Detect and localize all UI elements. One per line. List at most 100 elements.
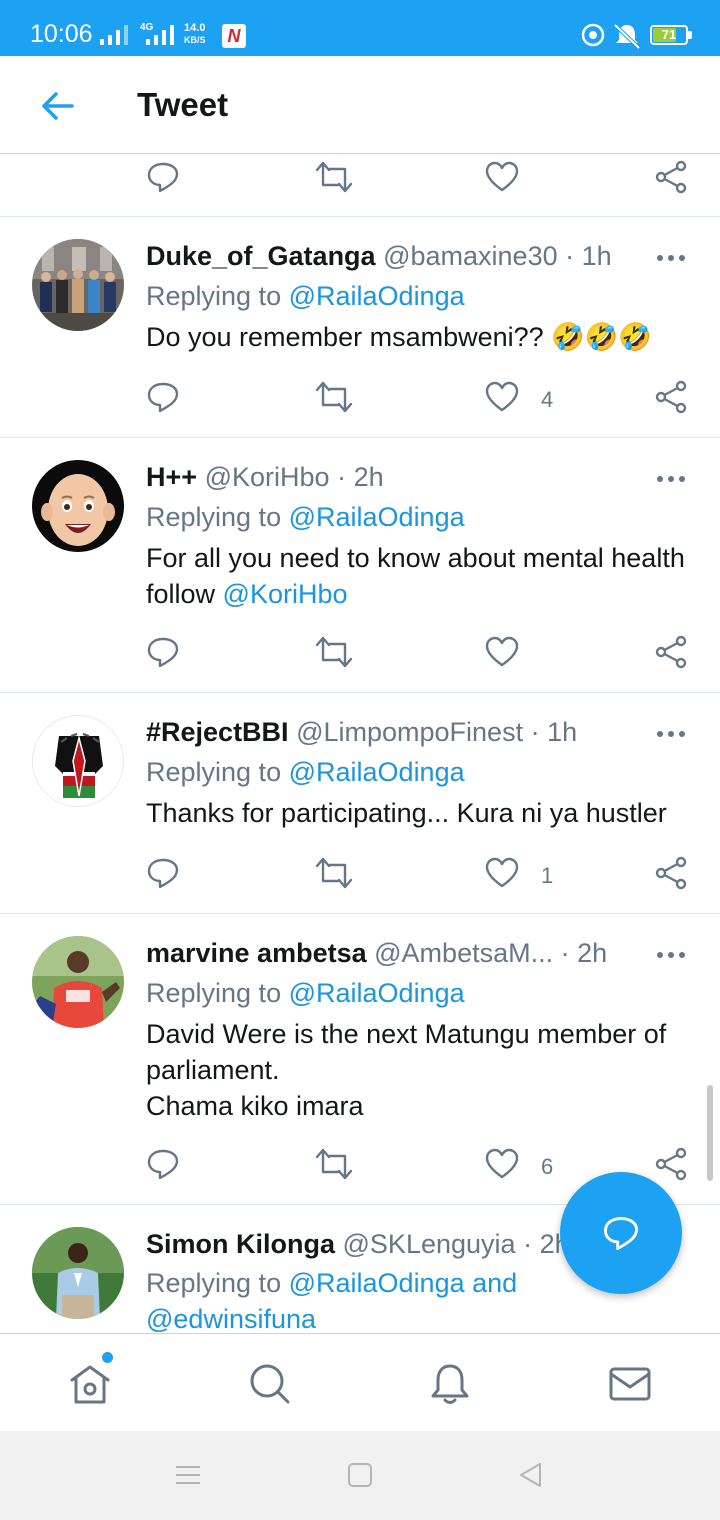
tweet-time: 1h: [581, 241, 612, 271]
user-handle[interactable]: @SKLenguyia: [343, 1229, 516, 1259]
tweet-text-line: David Were is the next Matungu member of…: [146, 1019, 667, 1085]
heart-icon[interactable]: [484, 159, 520, 195]
replying-to-prefix: Replying to: [146, 978, 282, 1008]
tweet-card[interactable]: marvine ambetsa @AmbetsaM... · 2h Replyi…: [0, 914, 720, 1204]
display-name[interactable]: Simon Kilonga: [146, 1229, 335, 1259]
share-icon[interactable]: [654, 634, 690, 670]
share-icon[interactable]: [654, 855, 690, 891]
replying-to-mention[interactable]: @RailaOdinga: [289, 978, 465, 1008]
tweet-time: 2h: [577, 938, 608, 968]
home-square-icon[interactable]: [346, 1461, 374, 1489]
compose-reply-icon: [604, 1217, 638, 1250]
user-handle[interactable]: @LimpompoFinest: [296, 717, 523, 747]
tweet-text-line: Chama kiko imara: [146, 1091, 364, 1121]
replying-to: Replying to @RailaOdinga: [146, 978, 465, 1009]
replying-to-prefix: Replying to: [146, 281, 282, 311]
user-handle[interactable]: @KoriHbo: [205, 462, 330, 492]
reply-icon[interactable]: [145, 1146, 181, 1182]
avatar[interactable]: [32, 936, 124, 1028]
tweet-mention[interactable]: @KoriHbo: [223, 579, 348, 609]
bottom-navigation: [0, 1333, 720, 1431]
retweet-icon[interactable]: [314, 379, 354, 415]
back-triangle-icon[interactable]: [516, 1461, 544, 1489]
menu-icon[interactable]: [174, 1461, 202, 1489]
separator-dot: ·: [530, 717, 540, 747]
search-icon[interactable]: [246, 1360, 294, 1408]
replying-to: Replying to @RailaOdinga: [146, 757, 465, 788]
new-content-dot: [102, 1352, 113, 1363]
heart-icon[interactable]: [484, 379, 520, 415]
display-name[interactable]: Duke_of_Gatanga: [146, 241, 376, 271]
replying-to: Replying to @RailaOdinga and @edwinsifun…: [146, 1265, 517, 1333]
tweet-header: Duke_of_Gatanga @bamaxine30 · 1h: [146, 241, 612, 272]
replying-to-mention[interactable]: @RailaOdinga: [289, 281, 465, 311]
tweet-actions: [0, 634, 720, 678]
separator-dot: ·: [523, 1229, 533, 1259]
retweet-icon[interactable]: [314, 159, 354, 195]
share-icon[interactable]: [654, 379, 690, 415]
heart-icon[interactable]: [484, 634, 520, 670]
replying-to-mention[interactable]: @RailaOdinga: [289, 757, 465, 787]
replying-to: Replying to @RailaOdinga: [146, 281, 465, 312]
replying-to-prefix: Replying to: [146, 757, 282, 787]
signal-4g-icon: [146, 25, 174, 45]
tweet-time: 2h: [353, 462, 384, 492]
avatar[interactable]: [32, 715, 124, 807]
avatar[interactable]: [32, 460, 124, 552]
display-name[interactable]: H++: [146, 462, 197, 492]
signal-icon: [100, 25, 128, 45]
tweet-card[interactable]: Duke_of_Gatanga @bamaxine30 · 1h Replyin…: [0, 217, 720, 437]
user-handle[interactable]: @AmbetsaM...: [374, 938, 553, 968]
more-icon[interactable]: [656, 253, 686, 263]
mute-icon: [613, 23, 641, 50]
tweet-card[interactable]: #RejectBBI @LimpompoFinest · 1h Replying…: [0, 693, 720, 913]
display-name[interactable]: #RejectBBI: [146, 717, 289, 747]
battery-icon: 71: [650, 25, 688, 45]
replying-to-mention[interactable]: @edwinsifuna: [146, 1304, 316, 1333]
like-count: 6: [541, 1154, 554, 1179]
replying-to-prefix: Replying to: [146, 1268, 282, 1298]
separator-dot: ·: [565, 241, 575, 271]
like-count: 4: [541, 387, 554, 412]
more-icon[interactable]: [656, 729, 686, 739]
home-icon[interactable]: [66, 1360, 114, 1408]
share-icon[interactable]: [654, 1146, 690, 1182]
scrollbar[interactable]: [707, 1085, 713, 1181]
reply-feed[interactable]: Duke_of_Gatanga @bamaxine30 · 1h Replyin…: [0, 155, 720, 1333]
status-time: 10:06: [30, 20, 93, 48]
heart-icon[interactable]: [484, 1146, 520, 1182]
more-icon[interactable]: [656, 950, 686, 960]
net-speed-unit: KB/S: [184, 35, 206, 45]
reply-icon[interactable]: [145, 634, 181, 670]
page-title: Tweet: [137, 86, 229, 123]
tweet-text: Do you remember msambweni?? 🤣🤣🤣: [146, 322, 653, 352]
reply-icon[interactable]: [145, 159, 181, 195]
compose-reply-button[interactable]: [560, 1172, 682, 1294]
reply-icon[interactable]: [145, 379, 181, 415]
mail-icon[interactable]: [606, 1360, 654, 1408]
separator-dot: ·: [560, 938, 570, 968]
tweet-header: marvine ambetsa @AmbetsaM... · 2h: [146, 938, 607, 969]
display-name[interactable]: marvine ambetsa: [146, 938, 367, 968]
tweet-card[interactable]: H++ @KoriHbo · 2h Replying to @RailaOdin…: [0, 438, 720, 692]
battery-tip: [688, 31, 692, 39]
replying-to-prefix: Replying to: [146, 502, 282, 532]
retweet-icon[interactable]: [314, 855, 354, 891]
retweet-icon[interactable]: [314, 634, 354, 670]
status-bar: 10:06 4G 14.0 KB/S N 71: [0, 0, 720, 56]
replying-to-mention[interactable]: @RailaOdinga: [289, 502, 465, 532]
avatar[interactable]: [32, 239, 124, 331]
bell-icon[interactable]: [426, 1360, 474, 1408]
replying-to-mention[interactable]: @RailaOdinga and: [289, 1268, 518, 1298]
data-saver-icon: [581, 23, 605, 47]
reply-icon[interactable]: [145, 855, 181, 891]
share-icon[interactable]: [654, 159, 690, 195]
separator-dot: ·: [337, 462, 347, 492]
back-arrow-icon[interactable]: [38, 86, 78, 126]
heart-icon[interactable]: [484, 855, 520, 891]
user-handle[interactable]: @bamaxine30: [383, 241, 558, 271]
more-icon[interactable]: [656, 474, 686, 484]
retweet-icon[interactable]: [314, 1146, 354, 1182]
header: Tweet: [0, 56, 720, 154]
avatar[interactable]: [32, 1227, 124, 1319]
